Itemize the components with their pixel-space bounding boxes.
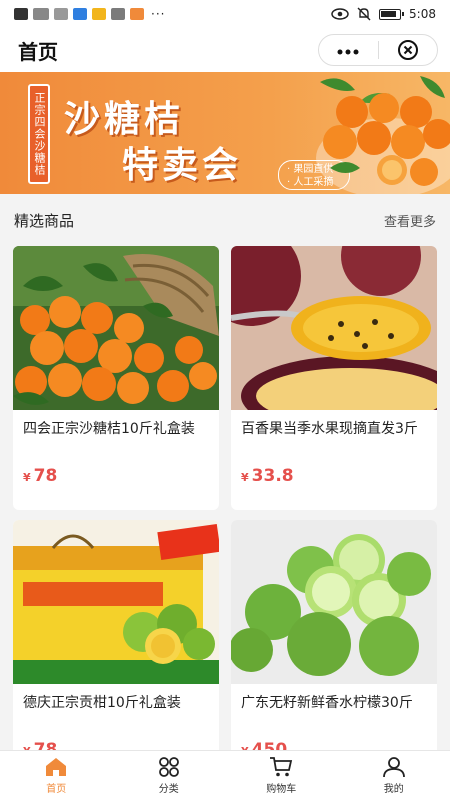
- home-icon: [46, 758, 67, 776]
- product-image-mandarin-oranges: [13, 246, 219, 410]
- product-name: 百香果当季水果现摘直发3斤: [241, 421, 418, 437]
- product-image-limes: [231, 520, 437, 684]
- bottom-tab-bar: 首页 分类 购物车 我的: [0, 750, 450, 800]
- nav-bar: 首页: [0, 28, 450, 72]
- app-icon: [130, 8, 144, 20]
- banner-mandarin-image: [316, 76, 450, 194]
- more-notifications-icon: ···: [151, 7, 166, 21]
- section-title: 精选商品: [14, 211, 75, 230]
- tab-profile[interactable]: 我的: [338, 751, 450, 800]
- banner-tag: 正宗四会沙糖桔: [28, 84, 50, 184]
- promo-banner[interactable]: 正宗四会沙糖桔 沙糖桔 特卖会 · 果园直供 · 人工采摘: [0, 72, 450, 194]
- tab-label: 我的: [383, 784, 404, 795]
- product-name: 德庆正宗贡柑10斤礼盒装: [23, 695, 181, 711]
- battery-icon: [379, 8, 405, 20]
- product-price: ¥33.8: [231, 458, 437, 486]
- status-left-icons: ···: [14, 7, 165, 21]
- alert-icon: [14, 8, 28, 20]
- product-card[interactable]: 广东无籽新鲜香水柠檬30斤 ¥450: [231, 520, 437, 760]
- miniprogram-capsule: [318, 34, 438, 66]
- mute-icon: [357, 7, 371, 21]
- wifi-icon: [33, 8, 49, 20]
- price-value: 33.8: [251, 466, 294, 486]
- more-dots-icon: [337, 49, 359, 55]
- product-price: ¥78: [13, 458, 219, 486]
- product-name: 广东无籽新鲜香水柠檬30斤: [241, 695, 413, 711]
- product-name: 四会正宗沙糖桔10斤礼盒装: [23, 421, 195, 437]
- tab-cart[interactable]: 购物车: [225, 751, 338, 800]
- view-more-link[interactable]: 查看更多: [384, 211, 436, 230]
- eye-icon: [331, 8, 349, 20]
- tab-home[interactable]: 首页: [0, 751, 113, 800]
- product-card[interactable]: 四会正宗沙糖桔10斤礼盒装 ¥78: [13, 246, 219, 510]
- cart-icon: [270, 757, 293, 777]
- product-card[interactable]: 德庆正宗贡柑10斤礼盒装 ¥78: [13, 520, 219, 760]
- currency-symbol: ¥: [241, 471, 249, 484]
- status-right-icons: 5:08: [331, 7, 436, 21]
- close-miniprogram-button[interactable]: [379, 39, 438, 61]
- product-image-tribute-orange-box: [13, 520, 219, 684]
- product-card[interactable]: 百香果当季水果现摘直发3斤 ¥33.8: [231, 246, 437, 510]
- banner-headline: 沙糖桔: [64, 99, 185, 140]
- banner-subheadline: 特卖会: [122, 145, 243, 186]
- more-options-button[interactable]: [319, 35, 378, 65]
- currency-symbol: ¥: [23, 471, 31, 484]
- app-icon: [92, 8, 106, 20]
- tab-label: 分类: [158, 784, 179, 795]
- featured-section-header: 精选商品 查看更多: [0, 194, 450, 246]
- status-time: 5:08: [409, 7, 436, 21]
- product-image-passion-fruit: [231, 246, 437, 410]
- user-icon: [382, 757, 405, 778]
- page-title: 首页: [18, 39, 58, 64]
- category-icon: [158, 757, 179, 777]
- tab-label: 购物车: [266, 784, 297, 795]
- tab-category[interactable]: 分类: [113, 751, 226, 800]
- app-icon: [111, 8, 125, 20]
- price-value: 78: [33, 466, 58, 486]
- app-icon: [73, 8, 87, 20]
- tab-label: 首页: [46, 784, 67, 795]
- status-bar: ··· 5:08: [0, 0, 450, 28]
- signal-icon: [54, 8, 68, 20]
- close-circle-icon: [397, 40, 418, 60]
